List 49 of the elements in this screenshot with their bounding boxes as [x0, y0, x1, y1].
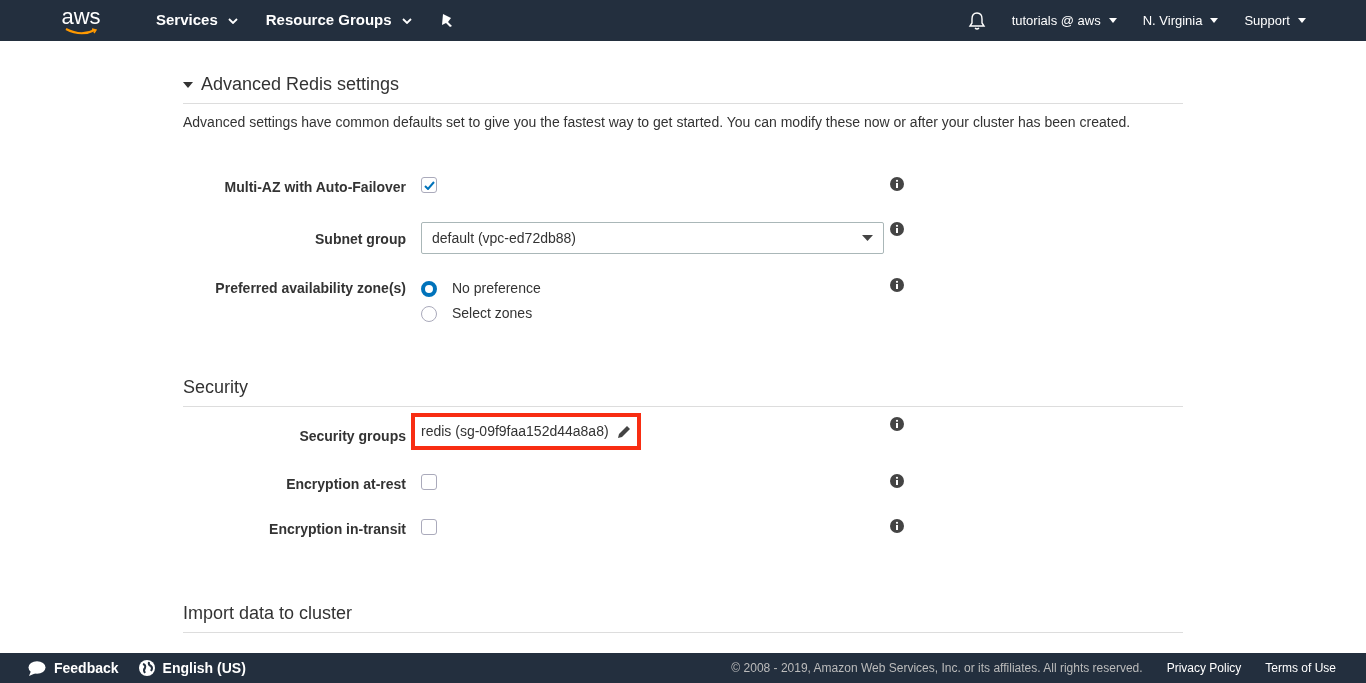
section-title[interactable]: Advanced Redis settings	[201, 71, 400, 98]
nav-menu[interactable]: N. Virginia	[1142, 10, 1219, 31]
feedback-link[interactable]: Feedback	[28, 657, 119, 679]
dropdown-caret-icon	[862, 235, 873, 241]
section-title: Security	[183, 376, 249, 399]
info-icon	[890, 474, 904, 488]
check-icon	[423, 180, 435, 190]
info-icon	[890, 222, 904, 236]
field-label: Multi-AZ with Auto-Failover	[223, 178, 407, 197]
radio-button[interactable]	[421, 305, 437, 322]
speech-bubble-icon	[28, 660, 46, 676]
checkbox[interactable]	[421, 519, 437, 535]
nav-menu[interactable]: tutorials @ aws	[1011, 10, 1117, 31]
nav-menu[interactable]: Support	[1244, 10, 1306, 31]
radio-label[interactable]: No preference	[452, 278, 541, 299]
pencil-icon[interactable]	[616, 424, 631, 439]
aws-logo[interactable]: aws	[60, 6, 102, 35]
field-label: Encryption at-rest	[285, 475, 407, 494]
checkbox[interactable]	[421, 177, 437, 193]
caret-icon	[1298, 18, 1306, 23]
caret-icon	[1210, 18, 1219, 23]
info-icon	[890, 417, 904, 431]
radio-label[interactable]: Select zones	[452, 303, 533, 324]
info-icon	[890, 519, 904, 533]
bell-icon[interactable]	[967, 10, 986, 31]
footer-link[interactable]: Terms of Use	[1265, 659, 1336, 677]
subnet-select[interactable]: default (vpc-ed72db88)	[421, 222, 884, 254]
field-label: Encryption in-transit	[268, 520, 407, 539]
smile-icon	[65, 28, 97, 35]
radio-button[interactable]	[421, 280, 437, 297]
field-label: Security groups	[298, 427, 407, 446]
info-icon	[890, 177, 904, 191]
nav-menu[interactable]: Services	[156, 9, 238, 32]
copyright-text: © 2008 - 2019, Amazon Web Services, Inc. or its affiliates. All rights reserved.	[731, 660, 1143, 677]
caret-icon	[227, 17, 238, 24]
field-label: Preferred availability zone(s)	[214, 279, 407, 298]
section-description: Advanced settings have common defaults set to give you the fastest way to get started. You can modify these now or after your cluster has been created.	[183, 113, 1132, 132]
field-label: Subnet group	[314, 230, 407, 249]
collapse-caret-icon[interactable]	[183, 81, 193, 88]
footer-link[interactable]: Privacy Policy	[1166, 659, 1242, 677]
checkbox[interactable]	[421, 474, 437, 490]
section-title: Import data to cluster	[183, 602, 353, 625]
globe-icon	[138, 660, 155, 676]
info-icon	[890, 278, 904, 292]
caret-icon	[401, 17, 412, 24]
nav-menu[interactable]: Resource Groups	[265, 9, 412, 32]
caret-icon	[1108, 18, 1117, 23]
language-link[interactable]: English (US)	[138, 657, 246, 679]
highlighted-value: redis (sg-09f9faa152d44a8a8)	[411, 413, 641, 450]
